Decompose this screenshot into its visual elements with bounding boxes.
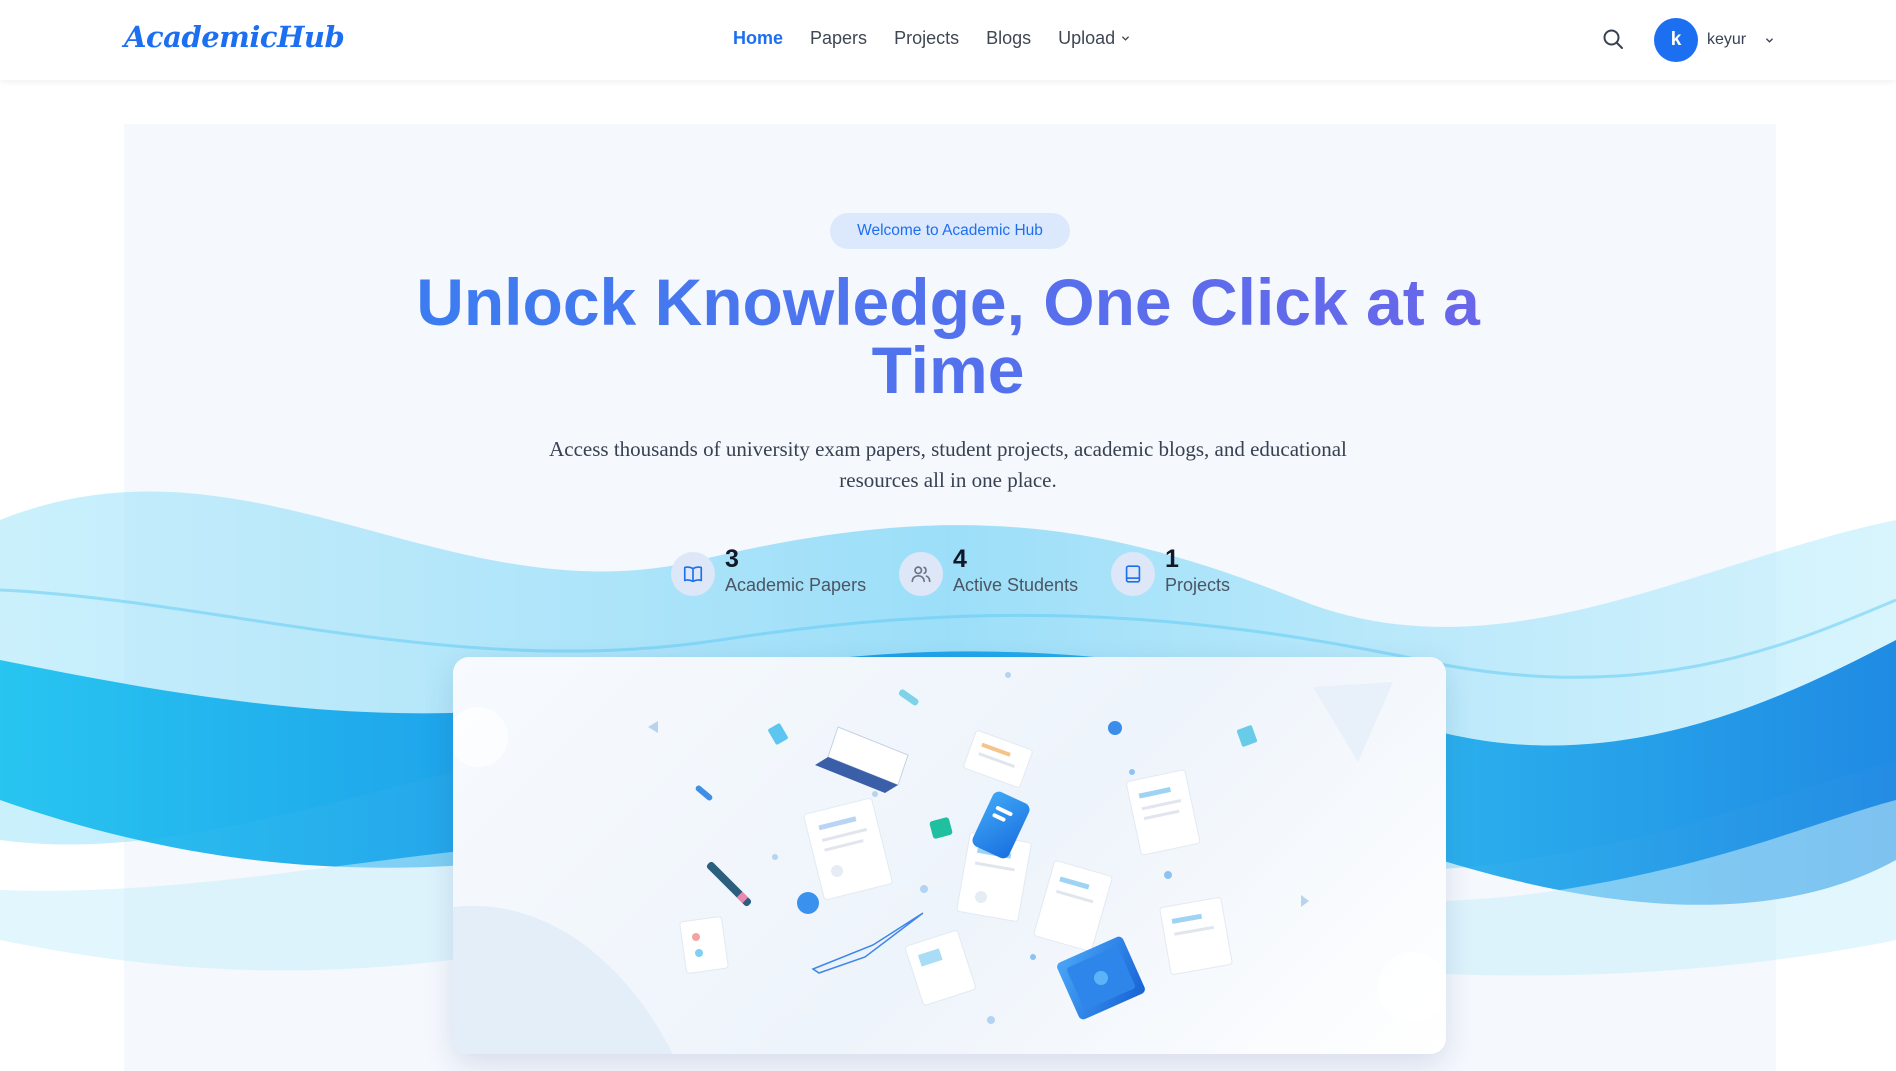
floating-documents-illustration bbox=[453, 672, 1446, 1054]
stats-row: 3 Academic Papers 4 Active Students 1 Pr… bbox=[0, 544, 1896, 604]
sticky-note-graphic bbox=[768, 723, 788, 745]
document-card bbox=[803, 797, 893, 901]
stat-projects: 1 Projects bbox=[1111, 544, 1230, 596]
stat-label: Projects bbox=[1165, 575, 1231, 595]
stat-icon-wrapper bbox=[1111, 552, 1155, 596]
pen-graphic bbox=[706, 861, 752, 907]
avatar: k bbox=[1654, 18, 1698, 62]
stat-label: Active Students bbox=[953, 575, 1079, 595]
nav-upload-dropdown[interactable]: Upload bbox=[1058, 28, 1130, 49]
hero-headline: Unlock Knowledge, One Click at a Time bbox=[398, 268, 1498, 404]
users-icon bbox=[911, 566, 931, 583]
document-card bbox=[963, 730, 1033, 788]
document-card bbox=[679, 916, 729, 974]
navbar: AcademicHub Home Papers Projects Blogs U… bbox=[0, 0, 1896, 80]
stat-value: 4 bbox=[953, 545, 967, 573]
hero-content: Welcome to Academic Hub Unlock Knowledge… bbox=[0, 0, 1896, 1071]
stat-label: Academic Papers bbox=[725, 575, 867, 595]
stat-academic-papers: 3 Academic Papers bbox=[671, 544, 866, 596]
book-graphic bbox=[929, 817, 953, 839]
book-icon bbox=[1125, 565, 1141, 583]
search-icon bbox=[1603, 29, 1623, 49]
user-name: keyur bbox=[1707, 31, 1747, 48]
sticky-note-graphic bbox=[1236, 725, 1258, 747]
nav-papers[interactable]: Papers bbox=[810, 28, 867, 49]
brand-logo[interactable]: AcademicHub bbox=[124, 20, 345, 54]
stat-active-students: 4 Active Students bbox=[899, 544, 1078, 596]
main-nav: Home Papers Projects Blogs Upload bbox=[733, 28, 1130, 49]
nav-upload-label: Upload bbox=[1058, 28, 1116, 48]
sphere-graphic bbox=[1108, 721, 1122, 735]
search-button[interactable] bbox=[1601, 27, 1625, 51]
nav-home[interactable]: Home bbox=[733, 28, 783, 49]
chevron-down-icon bbox=[1122, 36, 1130, 41]
stat-icon-wrapper bbox=[899, 552, 943, 596]
document-card bbox=[1126, 769, 1201, 856]
stat-value: 3 bbox=[725, 545, 739, 573]
welcome-badge: Welcome to Academic Hub bbox=[830, 213, 1070, 249]
stat-value: 1 bbox=[1165, 545, 1179, 573]
stat-icon-wrapper bbox=[671, 552, 715, 596]
tablet-graphic bbox=[1057, 936, 1145, 1020]
hero-subtext: Access thousands of university exam pape… bbox=[549, 437, 1347, 492]
document-card bbox=[905, 930, 976, 1006]
document-card bbox=[1159, 897, 1233, 975]
pencil-graphic bbox=[898, 689, 919, 706]
document-card bbox=[1033, 860, 1113, 952]
chevron-down-icon bbox=[1766, 37, 1773, 43]
book-open-icon bbox=[683, 566, 703, 583]
hero-illustration bbox=[453, 657, 1446, 1054]
nav-projects[interactable]: Projects bbox=[894, 28, 959, 49]
pencil-graphic bbox=[695, 785, 713, 801]
user-menu[interactable]: k keyur bbox=[1654, 18, 1774, 62]
sphere-graphic bbox=[797, 892, 819, 914]
nav-blogs[interactable]: Blogs bbox=[986, 28, 1031, 49]
